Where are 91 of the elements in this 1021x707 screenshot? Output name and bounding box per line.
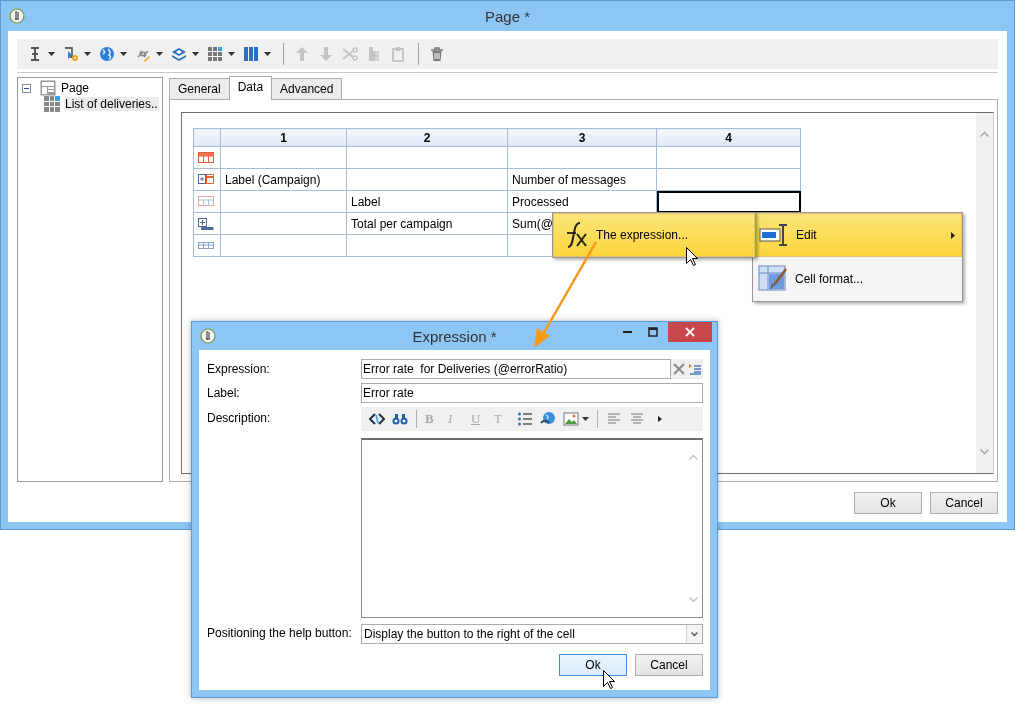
group-row-icon (198, 173, 214, 186)
maximize-icon (648, 327, 658, 337)
image-icon (563, 411, 579, 427)
table-icon (44, 96, 60, 112)
editor-button[interactable] (561, 409, 591, 429)
field-label: Expression: (207, 362, 271, 376)
down-arrow-icon (318, 46, 334, 62)
column-header: 2 (346, 128, 508, 147)
caret-icon (120, 52, 127, 56)
tree-item[interactable]: List of deliveries.. (64, 97, 159, 111)
minimize-icon (622, 331, 632, 333)
dialog-button[interactable]: Ok (559, 654, 627, 676)
caret-icon (264, 52, 271, 56)
table-cell[interactable] (220, 146, 347, 169)
caret-icon (192, 52, 199, 56)
table-cell[interactable]: Number of messages (507, 168, 657, 191)
caret-icon (48, 52, 55, 56)
table-cell[interactable] (346, 234, 508, 257)
table-cell[interactable]: Label (Campaign) (220, 168, 347, 191)
total-row-icon (198, 217, 214, 230)
scissors-icon (342, 46, 358, 62)
page-icon (40, 80, 56, 96)
description-field[interactable] (361, 438, 703, 618)
tree-item[interactable]: Page (60, 81, 91, 95)
tab[interactable]: Advanced (271, 78, 343, 99)
field-label: Positioning the help button: (207, 626, 353, 640)
text-field-icon (759, 223, 789, 247)
help-position-dropdown[interactable]: Display the button to the right of the cell (361, 624, 703, 644)
scroll-up-icon (689, 454, 698, 460)
menu-item[interactable]: Cell format... (753, 257, 962, 301)
trash-icon (429, 46, 445, 62)
app-icon (9, 8, 25, 24)
collapse-icon[interactable] (22, 83, 31, 93)
copy-icon (366, 46, 382, 62)
globe-link-icon (540, 411, 556, 427)
table-cell[interactable] (507, 146, 657, 169)
dialog-button[interactable]: Cancel (635, 654, 703, 676)
empty-row-icon (198, 239, 214, 252)
column-header: 4 (656, 128, 801, 147)
scroll-up-icon (980, 131, 989, 137)
caret-icon (228, 52, 235, 56)
grid-icon (207, 46, 223, 62)
table-cell[interactable] (346, 146, 508, 169)
columns-icon (243, 46, 259, 62)
table-cell[interactable] (346, 168, 508, 191)
clear-icon (673, 363, 685, 375)
table-cell[interactable] (220, 234, 347, 257)
dialog-title: Expression * (412, 327, 497, 345)
field-label: Description: (207, 410, 272, 425)
binoculars-icon (392, 411, 408, 427)
tab[interactable]: Data (228, 76, 273, 100)
header-row-icon (198, 151, 214, 164)
table-cell[interactable] (220, 190, 347, 213)
scroll-down-icon (980, 449, 989, 455)
table-cell[interactable]: Total per campaign (346, 212, 508, 235)
table-cell[interactable] (656, 146, 801, 169)
column-header: 1 (220, 128, 347, 147)
align-left-icon (606, 411, 622, 427)
caret-icon (84, 52, 91, 56)
layers-icon (171, 46, 187, 62)
dialog-button[interactable]: Cancel (930, 492, 998, 514)
tab[interactable]: General (169, 78, 230, 99)
table-cell[interactable]: Label (346, 190, 508, 213)
code-icon (369, 411, 385, 427)
caret-icon (156, 52, 163, 56)
list-icon (689, 363, 701, 375)
cell-format-icon (758, 265, 788, 293)
expression-field[interactable]: Error rate for Deliveries (@errorRatio) (361, 359, 671, 379)
dialog-button[interactable]: Ok (854, 492, 922, 514)
up-arrow-icon (294, 46, 310, 62)
table-cell[interactable] (656, 168, 801, 191)
caret-icon (582, 417, 589, 421)
menu-item[interactable]: The expression... (553, 213, 755, 257)
field-label: Label: (207, 386, 241, 400)
window-title: Page * (484, 7, 530, 25)
scrollbar[interactable] (976, 113, 993, 473)
column-header: 3 (507, 128, 657, 147)
bullet-list-icon (517, 411, 533, 427)
menu-item[interactable]: Edit (753, 213, 962, 257)
close-button[interactable] (668, 322, 712, 342)
close-icon (685, 327, 695, 337)
align-center-icon (629, 411, 645, 427)
table-cell[interactable] (220, 212, 347, 235)
globe-icon (99, 46, 115, 62)
line-row-icon (198, 195, 214, 208)
gear-icon (63, 46, 79, 62)
label-field[interactable]: Error rate (361, 383, 703, 403)
clipboard-icon (390, 46, 406, 62)
table-cell[interactable] (656, 190, 801, 213)
app-icon (200, 328, 216, 344)
scroll-down-icon (689, 597, 698, 603)
